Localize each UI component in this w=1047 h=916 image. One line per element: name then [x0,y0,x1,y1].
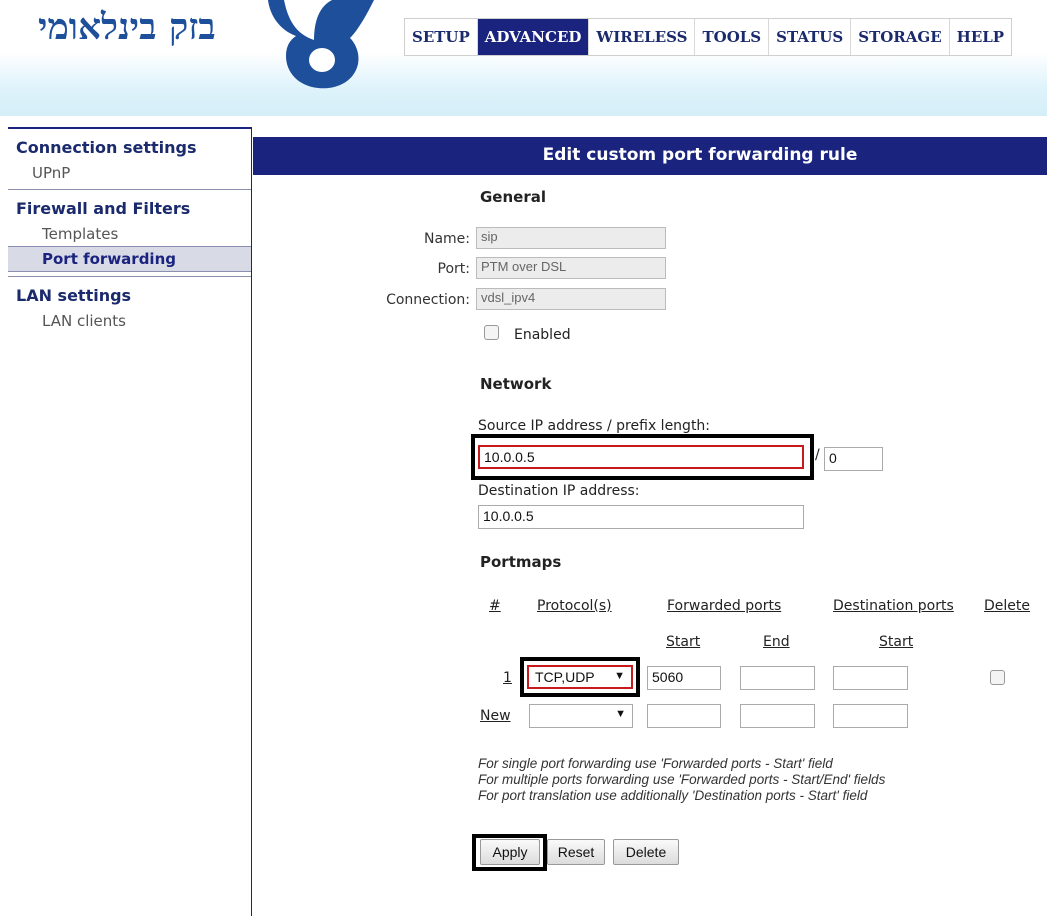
destination-start-input[interactable] [833,666,908,690]
new-row-label[interactable]: New [480,708,511,724]
chevron-down-icon: ▼ [614,670,625,682]
port-label: Port: [437,261,470,277]
chevron-down-icon: ▼ [615,708,626,720]
prefix-separator: / [815,447,820,463]
source-ip-label: Source IP address / prefix length: [478,418,711,434]
brand-logo-icon [268,0,374,89]
network-heading: Network [480,375,552,393]
forwarded-end-header[interactable]: End [763,634,790,650]
sidebar: Connection settings UPnP Firewall and Fi… [8,127,252,916]
sidebar-item-upnp[interactable]: UPnP [8,161,251,185]
tab-storage[interactable]: STORAGE [851,19,950,55]
name-label: Name: [423,231,470,247]
delete-row-checkbox[interactable] [990,670,1005,685]
sidebar-item-lan-clients[interactable]: LAN clients [8,309,251,333]
enabled-label: Enabled [514,327,571,343]
help-note: For single port forwarding use 'Forwarde… [478,756,833,771]
help-notes: For single port forwarding use 'Forwarde… [478,756,1043,804]
column-delete-header[interactable]: Delete [984,598,1030,614]
tab-advanced[interactable]: ADVANCED [477,19,590,55]
forwarded-start-input[interactable]: 5060 [647,666,721,690]
name-field: sip [476,227,666,249]
connection-field: vdsl_ipv4 [476,288,666,310]
column-destination-ports-header[interactable]: Destination ports [833,598,954,614]
forwarded-start-header[interactable]: Start [666,634,700,650]
destination-ip-label: Destination IP address: [478,483,640,499]
port-field: PTM over DSL [476,257,666,279]
new-forwarded-start-input[interactable] [647,704,721,728]
sidebar-section-firewall-and-filters[interactable]: Firewall and Filters [8,190,251,222]
forwarded-end-input[interactable] [740,666,815,690]
sidebar-item-templates[interactable]: Templates [8,222,251,246]
column-protocol-header[interactable]: Protocol(s) [537,598,612,614]
page-title: Edit custom port forwarding rule [253,137,1047,175]
help-note: For multiple ports forwarding use 'Forwa… [478,772,886,787]
tab-tools[interactable]: TOOLS [695,19,770,55]
source-ip-input[interactable]: 10.0.0.5 [478,445,804,469]
column-number-header[interactable]: # [489,598,501,614]
brand-logo-text: בזק בינלאומי [38,6,216,48]
delete-button[interactable]: Delete [613,839,679,865]
apply-button[interactable]: Apply [480,839,540,865]
destination-ip-input[interactable]: 10.0.0.5 [478,505,804,529]
enabled-checkbox[interactable] [484,325,499,340]
rule-row-number-link[interactable]: 1 [503,670,512,686]
tab-status[interactable]: STATUS [769,19,852,55]
new-destination-start-input[interactable] [833,704,908,728]
portmaps-heading: Portmaps [480,553,562,571]
sidebar-section-connection-settings[interactable]: Connection settings [8,129,251,161]
prefix-length-input[interactable]: 0 [824,447,883,471]
sidebar-item-port-forwarding[interactable]: Port forwarding [8,246,251,272]
destination-start-header[interactable]: Start [879,634,913,650]
reset-button[interactable]: Reset [547,839,605,865]
general-heading: General [480,188,546,206]
tab-setup[interactable]: SETUP [405,19,478,55]
new-protocol-select[interactable]: ▼ [529,704,633,728]
tab-help[interactable]: HELP [950,19,1011,55]
sidebar-section-lan-settings[interactable]: LAN settings [8,277,251,309]
tab-wireless[interactable]: WIRELESS [589,19,696,55]
header-banner: בזק בינלאומי SETUP ADVANCED WIRELESS TOO… [0,0,1047,116]
help-note: For port translation use additionally 'D… [478,788,868,803]
top-navigation: SETUP ADVANCED WIRELESS TOOLS STATUS STO… [404,18,1013,56]
column-forwarded-ports-header[interactable]: Forwarded ports [667,598,781,614]
protocol-select-value: TCP,UDP [535,669,595,685]
protocol-select[interactable]: TCP,UDP ▼ [527,665,633,689]
new-forwarded-end-input[interactable] [740,704,815,728]
connection-label: Connection: [386,292,470,308]
